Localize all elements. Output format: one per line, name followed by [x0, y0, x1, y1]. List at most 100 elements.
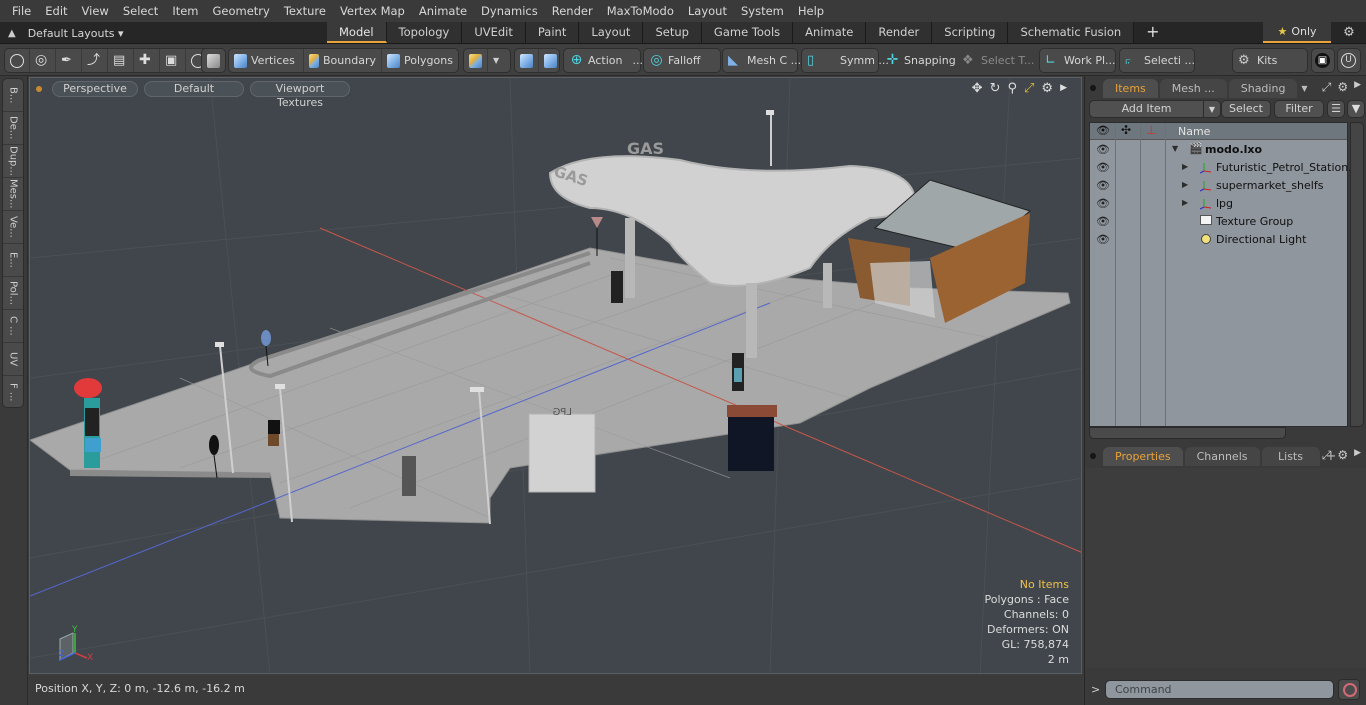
items-horizontal-scrollbar[interactable]	[1089, 427, 1286, 439]
menu-system[interactable]: System	[734, 0, 791, 22]
unreal-button[interactable]: U	[1338, 49, 1359, 72]
funnel-filter-button[interactable]: ▼	[1347, 100, 1365, 118]
tab-game-tools[interactable]: Game Tools	[701, 22, 794, 43]
collapse-up-icon[interactable]: ▲	[8, 28, 16, 39]
circle-select-button[interactable]	[5, 49, 30, 72]
left-tab-vertex[interactable]: Ve...	[3, 211, 23, 244]
unity-button[interactable]: ▣	[1312, 49, 1333, 72]
rotate-icon[interactable]: ↻	[990, 81, 1001, 96]
pivot-button[interactable]	[515, 49, 539, 72]
menu-animate[interactable]: Animate	[412, 0, 474, 22]
menu-select[interactable]: Select	[116, 0, 165, 22]
visibility-eye-icon[interactable]: 👁	[1096, 179, 1110, 193]
left-tab-basic[interactable]: B...	[3, 79, 23, 112]
menu-dynamics[interactable]: Dynamics	[474, 0, 545, 22]
visibility-eye-icon[interactable]: 👁	[1096, 215, 1110, 229]
filter-button[interactable]: Filter	[1274, 100, 1324, 118]
expand-triangle-icon[interactable]: ▶	[1182, 162, 1188, 171]
menu-render[interactable]: Render	[545, 0, 600, 22]
menu-geometry[interactable]: Geometry	[206, 0, 277, 22]
visibility-column-icon[interactable]: 👁	[1096, 124, 1110, 137]
menu-view[interactable]: View	[75, 0, 116, 22]
tab-topology[interactable]: Topology	[386, 22, 463, 43]
tab-schematic-fusion[interactable]: Schematic Fusion	[1008, 22, 1135, 43]
left-tab-uv[interactable]: UV	[3, 343, 23, 376]
stack-button[interactable]: ▤	[108, 49, 134, 72]
panel-arrow-icon[interactable]: ▶	[1354, 448, 1361, 463]
tab-uvedit[interactable]: UVEdit	[462, 22, 526, 43]
tab-mesh[interactable]: Mesh ...	[1159, 79, 1227, 98]
tab-shading[interactable]: Shading	[1228, 79, 1298, 98]
menu-item[interactable]: Item	[165, 0, 205, 22]
tab-lists[interactable]: Lists	[1261, 447, 1320, 466]
lasso-button[interactable]: ⤴	[82, 49, 108, 72]
select-button[interactable]: Select	[1221, 100, 1271, 118]
tab-paint[interactable]: Paint	[525, 22, 580, 43]
lock-column-icon[interactable]: ✣	[1121, 123, 1131, 137]
left-tab-deform[interactable]: De...	[3, 112, 23, 145]
viewport-textures-dropdown[interactable]: Viewport Textures	[250, 81, 350, 109]
kits-button[interactable]: ⚙ Kits	[1233, 49, 1282, 72]
tab-model[interactable]: Model	[327, 22, 387, 43]
tree-row-modo-lxo[interactable]: 👁 ▼ 🎬 modo.lxo	[1090, 141, 1349, 159]
properties-gear-icon[interactable]: ⚙	[1337, 448, 1348, 463]
tree-row-supermarket-shelfs[interactable]: 👁 ▶ supermarket_shelfs	[1090, 177, 1349, 195]
maximize-viewport-icon[interactable]: ⤢	[1024, 81, 1034, 96]
work-plane-button[interactable]: ∟ Work Pl...	[1040, 49, 1121, 72]
tree-row-futuristic-petrol-station[interactable]: 👁 ▶ Futuristic_Petrol_Station...	[1090, 159, 1359, 177]
layout-gear-icon[interactable]: ⚙	[1340, 22, 1358, 43]
zoom-magnifier-icon[interactable]: ⚲	[1007, 81, 1017, 96]
menu-texture[interactable]: Texture	[277, 0, 333, 22]
tab-setup[interactable]: Setup	[643, 22, 702, 43]
mesh-constraint-button[interactable]: ◣ Mesh C ...	[723, 49, 806, 72]
add-item-button[interactable]: Add Item	[1089, 100, 1204, 118]
tab-layout[interactable]: Layout	[579, 22, 644, 43]
snapping-button[interactable]: ✛ Snapping	[880, 49, 961, 72]
item-mode-button[interactable]	[202, 49, 225, 72]
menu-layout[interactable]: Layout	[681, 0, 734, 22]
menu-file[interactable]: File	[5, 0, 38, 22]
shading-dropdown[interactable]: Default	[144, 81, 244, 97]
left-tab-curve[interactable]: C ...	[3, 310, 23, 343]
tab-animate[interactable]: Animate	[793, 22, 867, 43]
list-options-button[interactable]: ☰	[1327, 100, 1345, 118]
default-layouts-dropdown[interactable]: Default Layouts ▾	[28, 27, 124, 40]
add-tab-plus-icon[interactable]: +	[1134, 22, 1159, 43]
tab-properties[interactable]: Properties	[1103, 447, 1183, 466]
only-toggle[interactable]: ★ Only	[1263, 22, 1331, 43]
visibility-eye-icon[interactable]: 👁	[1096, 161, 1110, 175]
column-name[interactable]: Name	[1178, 125, 1210, 138]
tab-scripting[interactable]: Scripting	[932, 22, 1009, 43]
items-vertical-scrollbar[interactable]	[1350, 122, 1364, 427]
selection-sets-button[interactable]: ⟔ Selecti ...	[1120, 49, 1200, 72]
view-mode-dropdown[interactable]: Perspective	[52, 81, 138, 97]
panel-arrow-icon[interactable]: ▶	[1354, 80, 1361, 95]
tab-render[interactable]: Render	[866, 22, 933, 43]
material-mode-button[interactable]	[464, 49, 488, 72]
viewport-expand-arrow-icon[interactable]: ▶	[1060, 81, 1067, 96]
expand-triangle-icon[interactable]: ▼	[1172, 144, 1178, 153]
tab-items[interactable]: Items	[1103, 79, 1158, 98]
menu-help[interactable]: Help	[791, 0, 831, 22]
action-center-button[interactable]: ⊕ Action...	[564, 49, 648, 72]
menu-edit[interactable]: Edit	[38, 0, 74, 22]
tab-channels[interactable]: Channels	[1184, 447, 1260, 466]
material-mode-dropdown[interactable]: ▼	[488, 49, 504, 72]
pan-move-icon[interactable]: ✥	[972, 81, 983, 96]
tree-row-texture-group[interactable]: 👁 Texture Group	[1090, 213, 1349, 231]
expand-panel-icon[interactable]: ⤢	[1322, 80, 1332, 95]
polygons-button[interactable]: Polygons	[382, 49, 458, 72]
tree-row-lpg[interactable]: 👁 ▶ lpg	[1090, 195, 1349, 213]
center-button[interactable]	[539, 49, 562, 72]
record-macro-button[interactable]	[1338, 679, 1360, 700]
left-tab-fusion[interactable]: F ...	[3, 376, 23, 409]
command-input[interactable]	[1105, 680, 1334, 699]
sphere-button[interactable]: ◎	[30, 49, 56, 72]
expand-panel-icon[interactable]: ⤢	[1322, 448, 1332, 463]
3d-viewport[interactable]: Perspective Default Viewport Textures ✥ …	[29, 77, 1082, 674]
visibility-eye-icon[interactable]: 👁	[1096, 233, 1110, 247]
falloff-button[interactable]: ◎ Falloff	[644, 49, 705, 72]
visibility-eye-icon[interactable]: 👁	[1096, 143, 1110, 157]
items-gear-icon[interactable]: ⚙	[1337, 80, 1348, 95]
boundary-button[interactable]: Boundary	[304, 49, 382, 72]
